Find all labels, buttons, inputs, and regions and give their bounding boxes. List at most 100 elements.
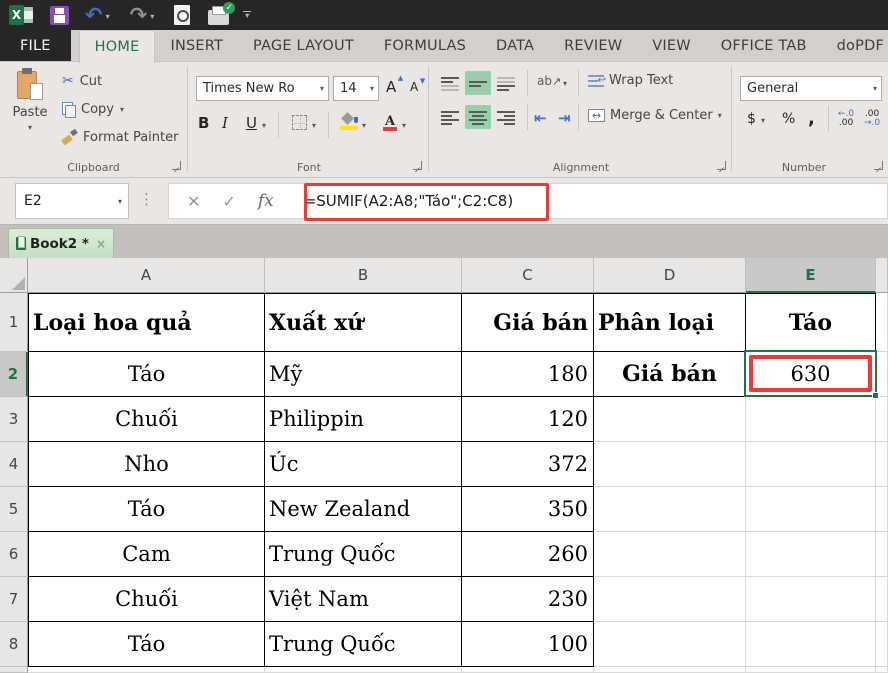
cell-D8[interactable]	[594, 622, 746, 667]
enter-icon[interactable]: ✓	[222, 192, 235, 211]
cell-A3[interactable]: Chuối	[28, 397, 265, 442]
customize-toolbar-button[interactable]: ▾	[243, 11, 251, 19]
align-left-button[interactable]	[437, 105, 463, 129]
tab-page-layout[interactable]: PAGE LAYOUT	[238, 30, 369, 61]
chevron-down-icon[interactable]: ▾	[28, 123, 32, 132]
merge-center-button[interactable]: ↔ Merge & Center ▾	[588, 108, 722, 123]
cell-B5[interactable]: New Zealand	[265, 487, 462, 532]
alignment-dialog-launcher-icon[interactable]	[717, 161, 726, 170]
cell-partial[interactable]	[265, 667, 462, 673]
fill-color-icon[interactable]	[340, 114, 358, 130]
format-painter-button[interactable]: Format Painter	[62, 126, 178, 148]
cell-C6[interactable]: 260	[462, 532, 594, 577]
cell-C8[interactable]: 100	[462, 622, 594, 667]
cell-partial-3[interactable]	[876, 397, 888, 442]
cell-C5[interactable]: 350	[462, 487, 594, 532]
insert-function-icon[interactable]: fx	[258, 191, 274, 211]
font-size-combo[interactable]: 14▾	[333, 76, 379, 101]
cell-A6[interactable]: Cam	[28, 532, 265, 577]
cell-B3[interactable]: Philippin	[265, 397, 462, 442]
cell-D5[interactable]	[594, 487, 746, 532]
align-center-button[interactable]	[465, 105, 491, 129]
cell-C3[interactable]: 120	[462, 397, 594, 442]
cut-button[interactable]: ✂ Cut	[62, 70, 102, 92]
cancel-icon[interactable]: ✕	[187, 192, 200, 211]
cell-partial[interactable]	[462, 667, 594, 673]
tab-review[interactable]: REVIEW	[549, 30, 637, 61]
tab-insert[interactable]: INSERT	[155, 30, 238, 61]
tab-formulas[interactable]: FORMULAS	[369, 30, 481, 61]
row-header-partial[interactable]	[0, 667, 28, 673]
font-color-icon[interactable]: A	[382, 114, 398, 130]
cell-B2[interactable]: Mỹ	[265, 352, 462, 397]
chevron-down-icon[interactable]: ▾	[362, 121, 366, 130]
tab-dopdf-10[interactable]: doPDF 10	[822, 30, 888, 61]
copy-button[interactable]: Copy ▾	[62, 98, 124, 120]
decrease-decimal-button[interactable]: .00 →.0	[864, 110, 880, 128]
cell-D1[interactable]: Phân loại	[594, 293, 746, 352]
increase-decimal-button[interactable]: ←.0 .00	[838, 110, 854, 128]
tab-office-tab[interactable]: OFFICE TAB	[706, 30, 822, 61]
select-all-corner[interactable]	[0, 258, 28, 293]
cell-partial[interactable]	[594, 667, 746, 673]
cell-B6[interactable]: Trung Quốc	[265, 532, 462, 577]
row-header-6[interactable]: 6	[0, 532, 28, 577]
clipboard-dialog-launcher-icon[interactable]	[172, 161, 181, 170]
decrease-font-size-button[interactable]: A▼	[410, 80, 418, 94]
cell-E1[interactable]: Táo	[746, 293, 876, 352]
italic-button[interactable]: I	[222, 114, 228, 132]
cell-B7[interactable]: Việt Nam	[265, 577, 462, 622]
cell-A7[interactable]: Chuối	[28, 577, 265, 622]
close-icon[interactable]: ×	[96, 237, 106, 251]
col-header-C[interactable]: C	[462, 258, 594, 293]
col-header-A[interactable]: A	[28, 258, 265, 293]
cell-partial-1[interactable]	[876, 293, 888, 352]
col-header-partial[interactable]	[876, 258, 888, 293]
undo-button[interactable]: ↶▾	[85, 4, 110, 26]
orientation-button[interactable]: ab↗	[537, 74, 561, 88]
chevron-down-icon[interactable]: ▾	[761, 116, 765, 125]
cell-A8[interactable]: Táo	[28, 622, 265, 667]
borders-icon[interactable]	[292, 115, 307, 130]
cell-A1[interactable]: Loại hoa quả	[28, 293, 265, 352]
row-header-7[interactable]: 7	[0, 577, 28, 622]
cell-partial[interactable]	[746, 667, 876, 673]
save-icon[interactable]	[50, 6, 69, 25]
chevron-down-icon[interactable]: ▾	[262, 121, 266, 130]
chevron-down-icon[interactable]: ▾	[563, 79, 567, 88]
cell-E5[interactable]	[746, 487, 876, 532]
cell-B8[interactable]: Trung Quốc	[265, 622, 462, 667]
fill-handle[interactable]	[872, 392, 879, 399]
cell-E7[interactable]	[746, 577, 876, 622]
name-box[interactable]: E2 ▾	[15, 183, 129, 219]
chevron-down-icon[interactable]: ▾	[312, 121, 316, 130]
cell-partial-4[interactable]	[876, 442, 888, 487]
chevron-down-icon[interactable]: ▾	[869, 84, 881, 93]
cell-D6[interactable]	[594, 532, 746, 577]
formula-bar-splitter[interactable]: ⋮	[139, 190, 154, 208]
tab-file[interactable]: FILE	[0, 30, 71, 61]
cell-partial-2[interactable]	[876, 352, 888, 397]
percent-button[interactable]: %	[782, 111, 795, 127]
chevron-down-icon[interactable]: ▾	[106, 12, 110, 21]
cell-D2[interactable]: Giá bán	[594, 352, 746, 397]
comma-style-button[interactable]: ,	[808, 108, 815, 129]
underline-button[interactable]: U	[246, 114, 257, 132]
cell-partial[interactable]	[28, 667, 265, 673]
row-header-3[interactable]: 3	[0, 397, 28, 442]
cell-C4[interactable]: 372	[462, 442, 594, 487]
cell-partial[interactable]	[876, 667, 888, 673]
workbook-tab-book2[interactable]: x Book2 * ×	[8, 228, 114, 258]
cell-B4[interactable]: Úc	[265, 442, 462, 487]
cell-E3[interactable]	[746, 397, 876, 442]
redo-button[interactable]: ↷▾	[130, 4, 155, 26]
cell-D7[interactable]	[594, 577, 746, 622]
cell-A4[interactable]: Nho	[28, 442, 265, 487]
number-dialog-launcher-icon[interactable]	[874, 161, 883, 170]
cell-C7[interactable]: 230	[462, 577, 594, 622]
chevron-down-icon[interactable]: ▾	[118, 197, 128, 206]
cell-A2[interactable]: Táo	[28, 352, 265, 397]
cell-D4[interactable]	[594, 442, 746, 487]
font-name-combo[interactable]: Times New Ro▾	[196, 76, 329, 101]
row-header-8[interactable]: 8	[0, 622, 28, 667]
